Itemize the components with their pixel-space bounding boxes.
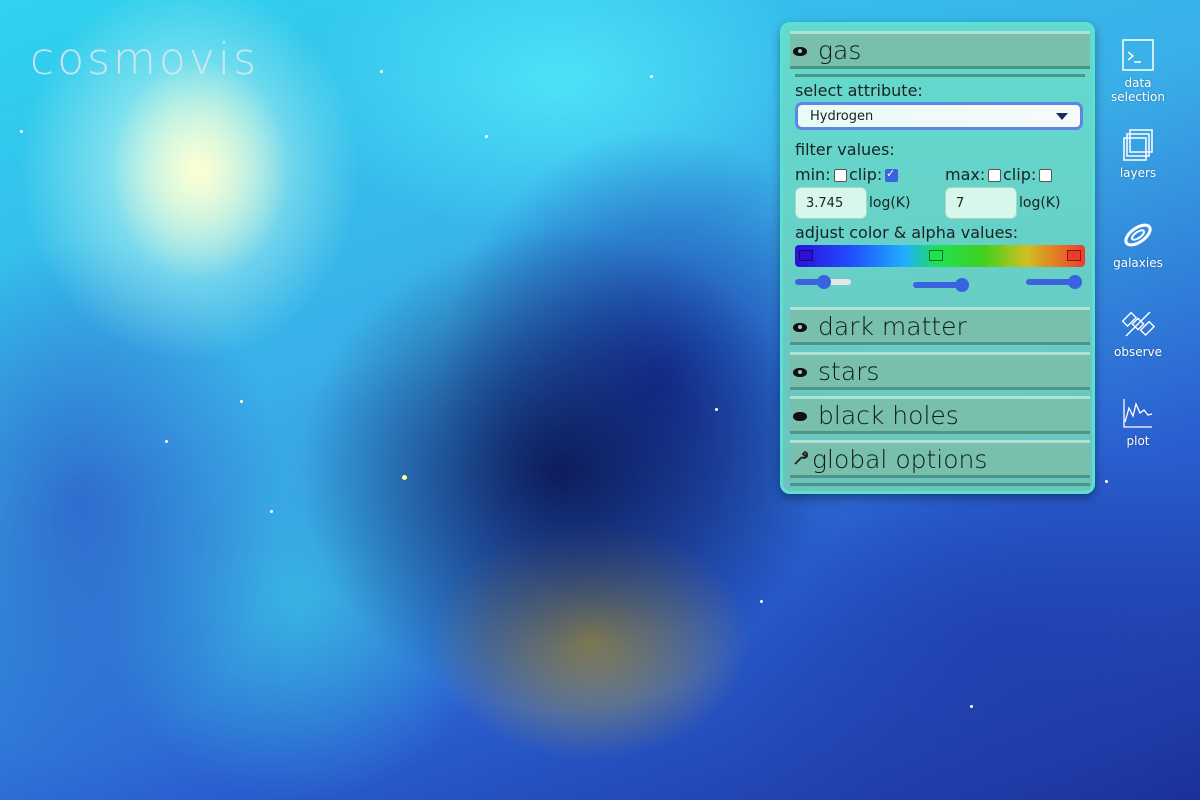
galaxy-icon [1124, 223, 1152, 247]
color-stop-handle[interactable] [799, 250, 813, 261]
star-particle [715, 408, 718, 411]
adjust-color-label: adjust color & alpha values: [795, 223, 1019, 242]
sidebar-item-layers[interactable]: layers [1098, 128, 1178, 180]
attribute-select-value: Hydrogen [810, 109, 874, 124]
sidebar-label: galaxies [1113, 256, 1163, 270]
section-dark-matter[interactable]: dark matter [790, 307, 1090, 345]
alpha-slider[interactable] [913, 278, 969, 292]
max-value-input[interactable]: 7 [945, 187, 1017, 219]
section-black-holes[interactable]: black holes [790, 396, 1090, 434]
filter-values-label: filter values: [795, 140, 895, 159]
alpha-slider-thumb[interactable] [817, 275, 831, 289]
sidebar-item-observe[interactable]: observe [1098, 307, 1178, 359]
min-unit-label: log(K) [869, 195, 911, 211]
sidebar-label: data selection [1111, 76, 1165, 104]
star-particle [650, 75, 653, 78]
min-clip-checkbox[interactable] [885, 167, 898, 182]
min-clip-label: clip: [849, 165, 883, 184]
star-particle [240, 400, 243, 403]
terminal-icon [1122, 39, 1154, 71]
sidebar-label: plot [1126, 434, 1150, 448]
alpha-slider-thumb[interactable] [1068, 275, 1082, 289]
color-alpha-bar[interactable] [795, 245, 1085, 267]
section-gas-label: gas [818, 36, 862, 65]
star-particle [380, 70, 383, 73]
section-global-options[interactable]: global options [790, 440, 1090, 478]
max-unit-label: log(K) [1019, 195, 1061, 211]
app-title: cosmovis [30, 34, 260, 85]
min-checkbox[interactable] [834, 169, 847, 182]
right-sidebar: data selection layers galaxies observe p… [1098, 0, 1200, 800]
section-global-options-label: global options [812, 445, 988, 474]
sidebar-item-plot[interactable]: plot [1098, 396, 1178, 448]
layers-icon [1123, 129, 1153, 161]
layer-control-panel: gas select attribute: Hydrogen filter va… [780, 22, 1095, 494]
section-black-holes-label: black holes [818, 401, 959, 430]
alpha-slider-thumb[interactable] [955, 278, 969, 292]
section-dark-matter-label: dark matter [818, 312, 967, 341]
divider [795, 74, 1085, 77]
star-particle [402, 475, 407, 480]
wrench-icon [793, 450, 809, 470]
min-value-input[interactable]: 3.745 [795, 187, 867, 219]
section-stars-label: stars [818, 357, 880, 386]
section-gas[interactable]: gas [790, 31, 1090, 69]
eye-closed-icon[interactable] [793, 412, 807, 421]
max-label: max: [945, 165, 986, 184]
sidebar-item-data-selection[interactable]: data selection [1098, 38, 1178, 104]
min-label: min: [795, 165, 831, 184]
star-particle [970, 705, 973, 708]
max-checkbox[interactable] [988, 169, 1001, 182]
eye-icon[interactable] [793, 368, 807, 377]
star-particle [165, 440, 168, 443]
eye-icon[interactable] [793, 323, 807, 332]
star-particle [485, 135, 488, 138]
attribute-select[interactable]: Hydrogen [795, 102, 1083, 130]
alpha-slider[interactable] [1026, 275, 1082, 289]
max-clip-label: clip: [1003, 165, 1037, 184]
star-particle [760, 600, 763, 603]
alpha-slider[interactable] [795, 275, 851, 289]
select-attribute-label: select attribute: [795, 81, 923, 100]
star-particle [270, 510, 273, 513]
divider [790, 483, 1090, 486]
sidebar-label: layers [1119, 166, 1157, 180]
section-stars[interactable]: stars [790, 352, 1090, 390]
plot-icon [1123, 399, 1153, 428]
eye-icon[interactable] [793, 47, 807, 56]
star-particle [20, 130, 23, 133]
satellite-icon [1121, 311, 1155, 337]
color-stop-handle[interactable] [929, 250, 943, 261]
max-clip-checkbox[interactable] [1039, 169, 1052, 182]
chevron-down-icon [1056, 113, 1068, 120]
sidebar-item-galaxies[interactable]: galaxies [1098, 218, 1178, 270]
color-stop-handle[interactable] [1067, 250, 1081, 261]
sidebar-label: observe [1113, 345, 1162, 359]
